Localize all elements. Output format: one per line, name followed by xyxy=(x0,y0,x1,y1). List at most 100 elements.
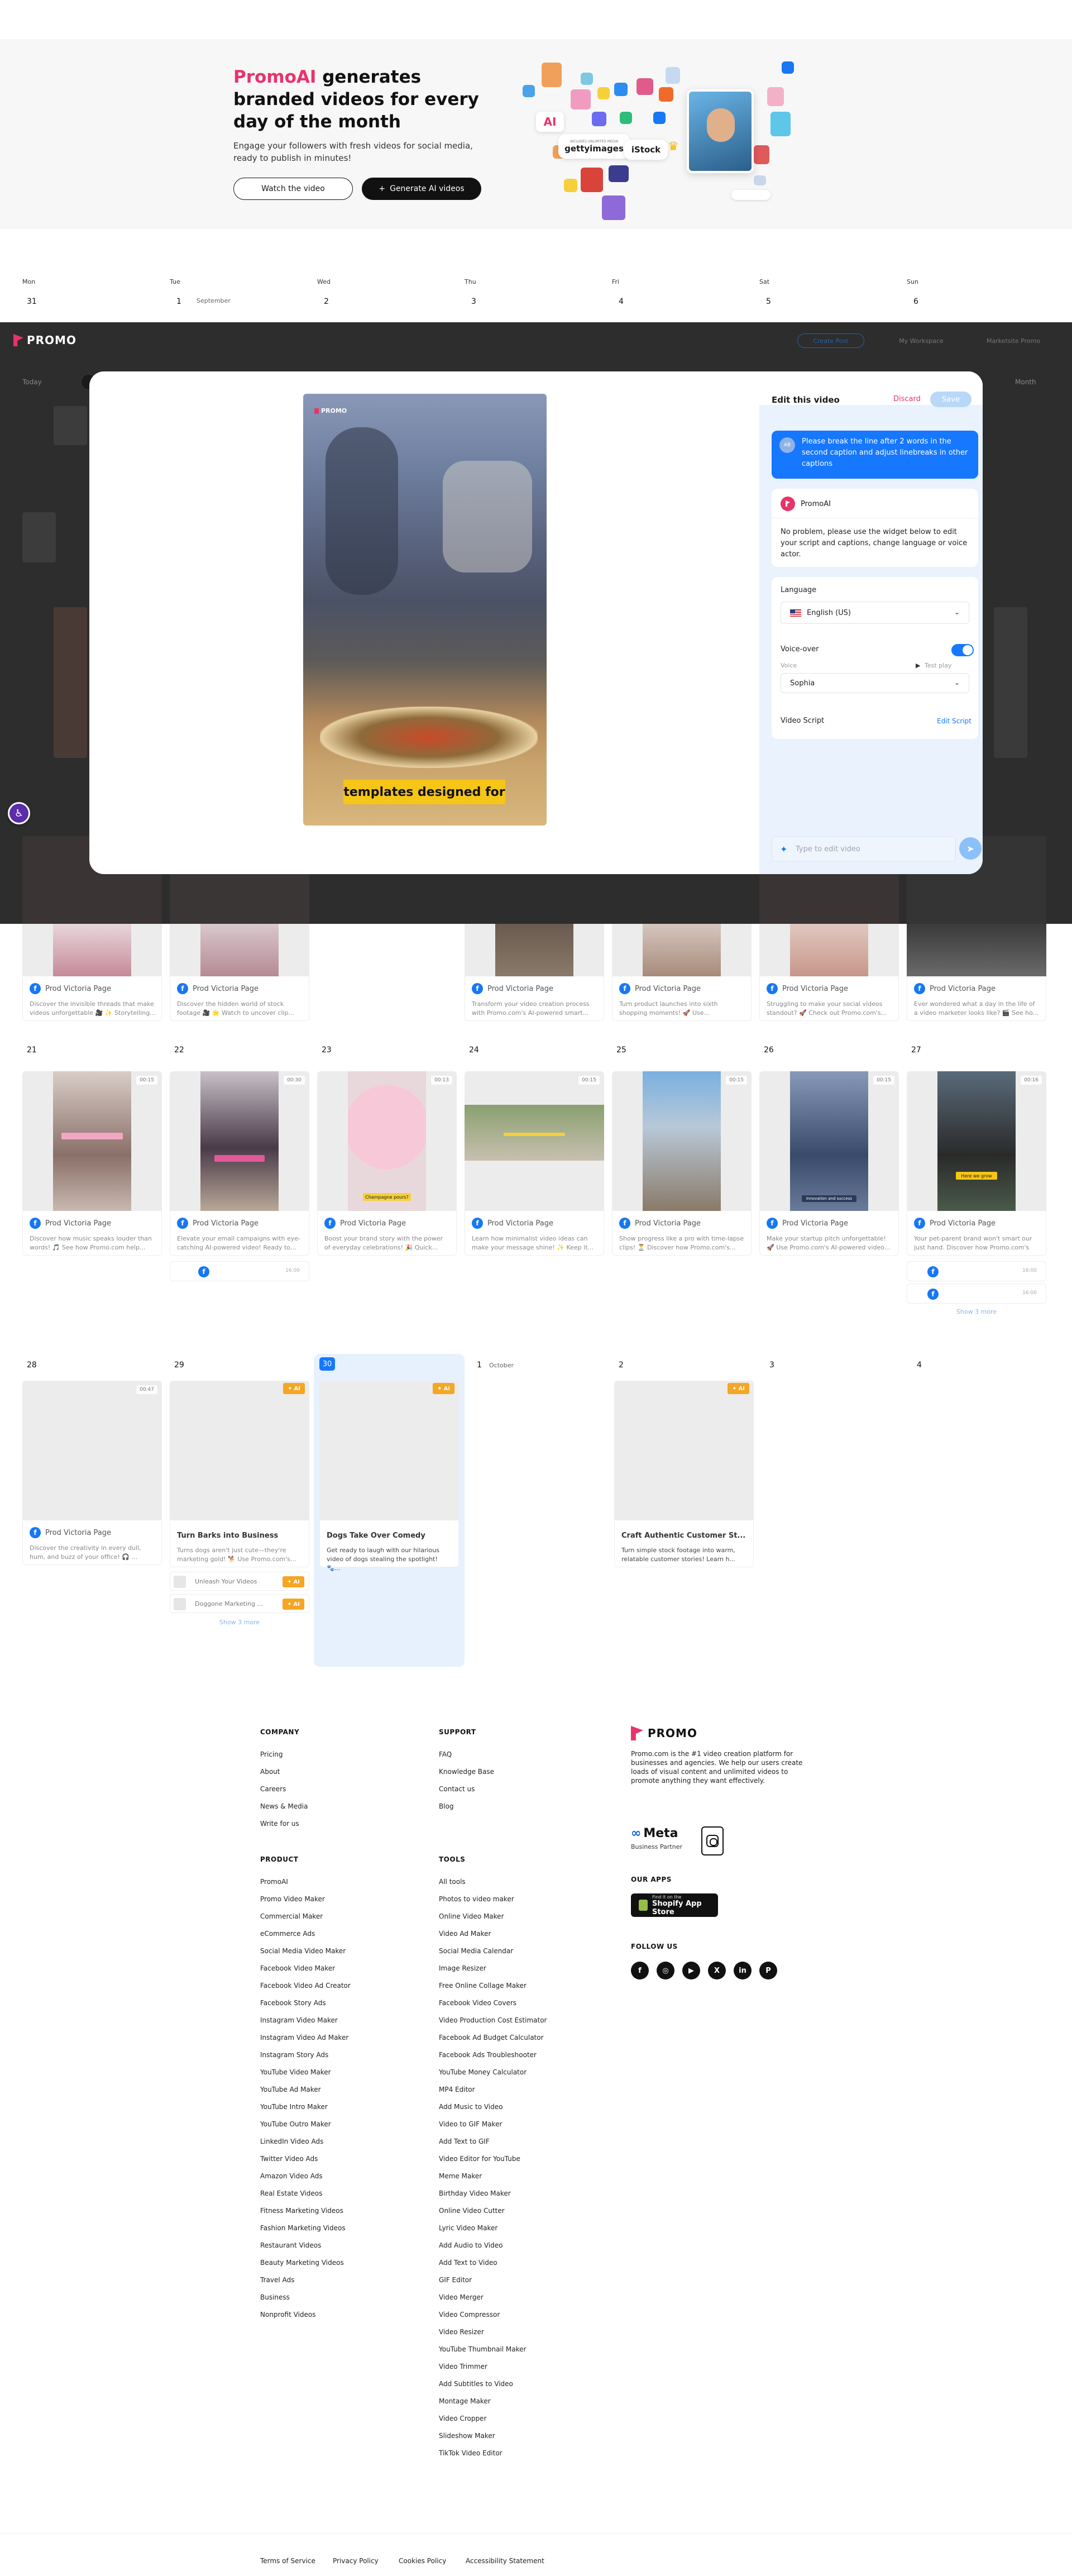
draft-thumbnail[interactable]: ✦ AI xyxy=(319,1381,459,1520)
test-play-button[interactable]: Test play xyxy=(925,662,951,669)
footer-link[interactable]: Blog xyxy=(439,1798,494,1815)
edit-video-input[interactable]: ✦ Type to edit video xyxy=(772,836,956,862)
shopify-app-store-badge[interactable]: Find it on the Shopify App Store xyxy=(631,1893,718,1917)
post-thumbnail[interactable]: 00:15 xyxy=(612,1071,752,1211)
footer-link[interactable]: YouTube Outro Maker xyxy=(260,2116,351,2133)
footer-logo[interactable]: PROMO xyxy=(631,1726,821,1740)
footer-link[interactable]: GIF Editor xyxy=(439,2272,547,2289)
footer-link[interactable]: Careers xyxy=(260,1781,308,1798)
footer-link[interactable]: Online Video Cutter xyxy=(439,2202,547,2220)
footer-link[interactable]: Instagram Video Maker xyxy=(260,2012,351,2029)
footer-link[interactable]: Add Text to Video xyxy=(439,2254,547,2272)
footer-link[interactable]: LinkedIn Video Ads xyxy=(260,2133,351,2150)
pinterest-social-icon[interactable]: P xyxy=(759,1962,777,1979)
footer-link[interactable]: YouTube Thumbnail Maker xyxy=(439,2341,547,2358)
generate-ai-videos-button[interactable]: + Generate AI videos xyxy=(362,178,481,200)
footer-link[interactable]: Video Compressor xyxy=(439,2306,547,2324)
send-button[interactable]: ➤ xyxy=(959,837,982,860)
footer-link[interactable]: Social Media Calendar xyxy=(439,1943,547,1960)
scheduled-post-row[interactable]: f 16:00 xyxy=(170,1261,309,1281)
footer-link[interactable]: Add Subtitles to Video xyxy=(439,2375,547,2393)
instagram-social-icon[interactable]: ◎ xyxy=(657,1962,674,1979)
save-button[interactable]: Save xyxy=(930,392,972,407)
footer-link[interactable]: Add Music to Video xyxy=(439,2098,547,2116)
voice-select[interactable]: Sophia ⌄ xyxy=(781,673,969,693)
post-thumbnail[interactable]: 00:47 xyxy=(22,1381,162,1520)
post-thumbnail[interactable]: Innovation and success 00:15 xyxy=(759,1071,899,1211)
footer-link[interactable]: FAQ xyxy=(439,1746,494,1763)
watch-video-button[interactable]: Watch the video xyxy=(233,178,353,200)
footer-link[interactable]: YouTube Money Calculator xyxy=(439,2064,547,2081)
footer-link[interactable]: Beauty Marketing Videos xyxy=(260,2254,351,2272)
footer-link[interactable]: Fitness Marketing Videos xyxy=(260,2202,351,2220)
footer-link[interactable]: Facebook Ads Troubleshooter xyxy=(439,2047,547,2064)
footer-link[interactable]: Free Online Collage Maker xyxy=(439,1977,547,1995)
x-social-icon[interactable]: X xyxy=(708,1962,726,1979)
post-thumbnail[interactable]: 00:30 xyxy=(170,1071,309,1211)
draft-thumbnail[interactable]: ✦ AI xyxy=(614,1381,754,1520)
footer-link[interactable]: Lyric Video Maker xyxy=(439,2220,547,2237)
footer-link[interactable]: Add Text to GIF xyxy=(439,2133,547,2150)
show-more-link[interactable]: Show 3 more xyxy=(907,1308,1046,1315)
show-more-link[interactable]: Show 3 more xyxy=(170,1619,309,1626)
discard-button[interactable]: Discard xyxy=(893,395,921,403)
footer-link[interactable]: Social Media Video Maker xyxy=(260,1943,351,1960)
footer-link[interactable]: YouTube Ad Maker xyxy=(260,2081,351,2098)
post-thumbnail[interactable]: Champagne pours? 00:13 xyxy=(317,1071,457,1211)
footer-link[interactable]: Twitter Video Ads xyxy=(260,2150,351,2168)
footer-link[interactable]: News & Media xyxy=(260,1798,308,1815)
footer-link[interactable]: Facebook Video Ad Creator xyxy=(260,1977,351,1995)
footer-link[interactable]: Video Merger xyxy=(439,2289,547,2306)
footer-link[interactable]: Facebook Story Ads xyxy=(260,1995,351,2012)
footer-link[interactable]: Business xyxy=(260,2289,351,2306)
footer-link[interactable]: Knowledge Base xyxy=(439,1763,494,1781)
terms-link[interactable]: Terms of Service xyxy=(260,2557,315,2565)
footer-link[interactable]: Video Trimmer xyxy=(439,2358,547,2375)
footer-link[interactable]: Meme Maker xyxy=(439,2168,547,2185)
footer-link[interactable]: Instagram Story Ads xyxy=(260,2047,351,2064)
play-icon[interactable]: ▶ xyxy=(916,662,920,669)
footer-link[interactable]: Video Cropper xyxy=(439,2410,547,2427)
footer-link[interactable]: Add Audio to Video xyxy=(439,2237,547,2254)
cookies-link[interactable]: Cookies Policy xyxy=(399,2557,446,2565)
footer-link[interactable]: Amazon Video Ads xyxy=(260,2168,351,2185)
month-view-label[interactable]: Month xyxy=(1015,378,1036,386)
footer-link[interactable]: Fashion Marketing Videos xyxy=(260,2220,351,2237)
post-thumbnail[interactable]: 00:15 xyxy=(465,1071,604,1211)
footer-link[interactable]: Contact us xyxy=(439,1781,494,1798)
edit-script-link[interactable]: Edit Script xyxy=(937,717,972,725)
post-thumbnail[interactable]: 00:15 xyxy=(22,1071,162,1211)
voiceover-toggle[interactable] xyxy=(951,644,974,656)
today-button[interactable]: Today xyxy=(22,378,42,386)
accessibility-link[interactable]: Accessibility Statement xyxy=(466,2557,544,2565)
footer-link[interactable]: MP4 Editor xyxy=(439,2081,547,2098)
privacy-link[interactable]: Privacy Policy xyxy=(333,2557,379,2565)
footer-link[interactable]: Commercial Maker xyxy=(260,1908,351,1925)
video-preview[interactable]: PROMO templates designed for xyxy=(303,394,547,826)
accessibility-button[interactable]: ♿ xyxy=(8,802,30,824)
footer-link[interactable]: Restaurant Videos xyxy=(260,2237,351,2254)
language-select[interactable]: English (US) ⌄ xyxy=(781,602,969,624)
footer-link[interactable]: Montage Maker xyxy=(439,2393,547,2410)
scheduled-post-row[interactable]: f 16:00 xyxy=(907,1261,1046,1281)
draft-list-item[interactable]: Doggone Marketing ... ✦ AI xyxy=(170,1594,309,1613)
footer-link[interactable]: YouTube Video Maker xyxy=(260,2064,351,2081)
footer-link[interactable]: Video to GIF Maker xyxy=(439,2116,547,2133)
footer-link[interactable]: Video Production Cost Estimator xyxy=(439,2012,547,2029)
footer-link[interactable]: About xyxy=(260,1763,308,1781)
footer-link[interactable]: Real Estate Videos xyxy=(260,2185,351,2202)
post-thumbnail[interactable]: Here we grow 00:16 xyxy=(907,1071,1046,1211)
footer-link[interactable]: Travel Ads xyxy=(260,2272,351,2289)
footer-link[interactable]: Birthday Video Maker xyxy=(439,2185,547,2202)
draft-list-item[interactable]: Unleash Your Videos ✦ AI xyxy=(170,1572,309,1591)
footer-link[interactable]: Facebook Video Maker xyxy=(260,1960,351,1977)
create-post-button[interactable]: Create Post xyxy=(797,333,864,348)
footer-link[interactable]: Nonprofit Videos xyxy=(260,2306,351,2324)
footer-link[interactable]: Facebook Video Covers xyxy=(439,1995,547,2012)
footer-link[interactable]: TikTok Video Editor xyxy=(439,2445,547,2462)
footer-link[interactable]: Video Ad Maker xyxy=(439,1925,547,1943)
workspace-dropdown[interactable]: My Workspace xyxy=(882,333,960,348)
footer-link[interactable]: PromoAI xyxy=(260,1873,351,1891)
account-dropdown[interactable]: Marketsite Promo xyxy=(972,333,1055,348)
scheduled-post-row[interactable]: f 16:00 xyxy=(907,1284,1046,1304)
